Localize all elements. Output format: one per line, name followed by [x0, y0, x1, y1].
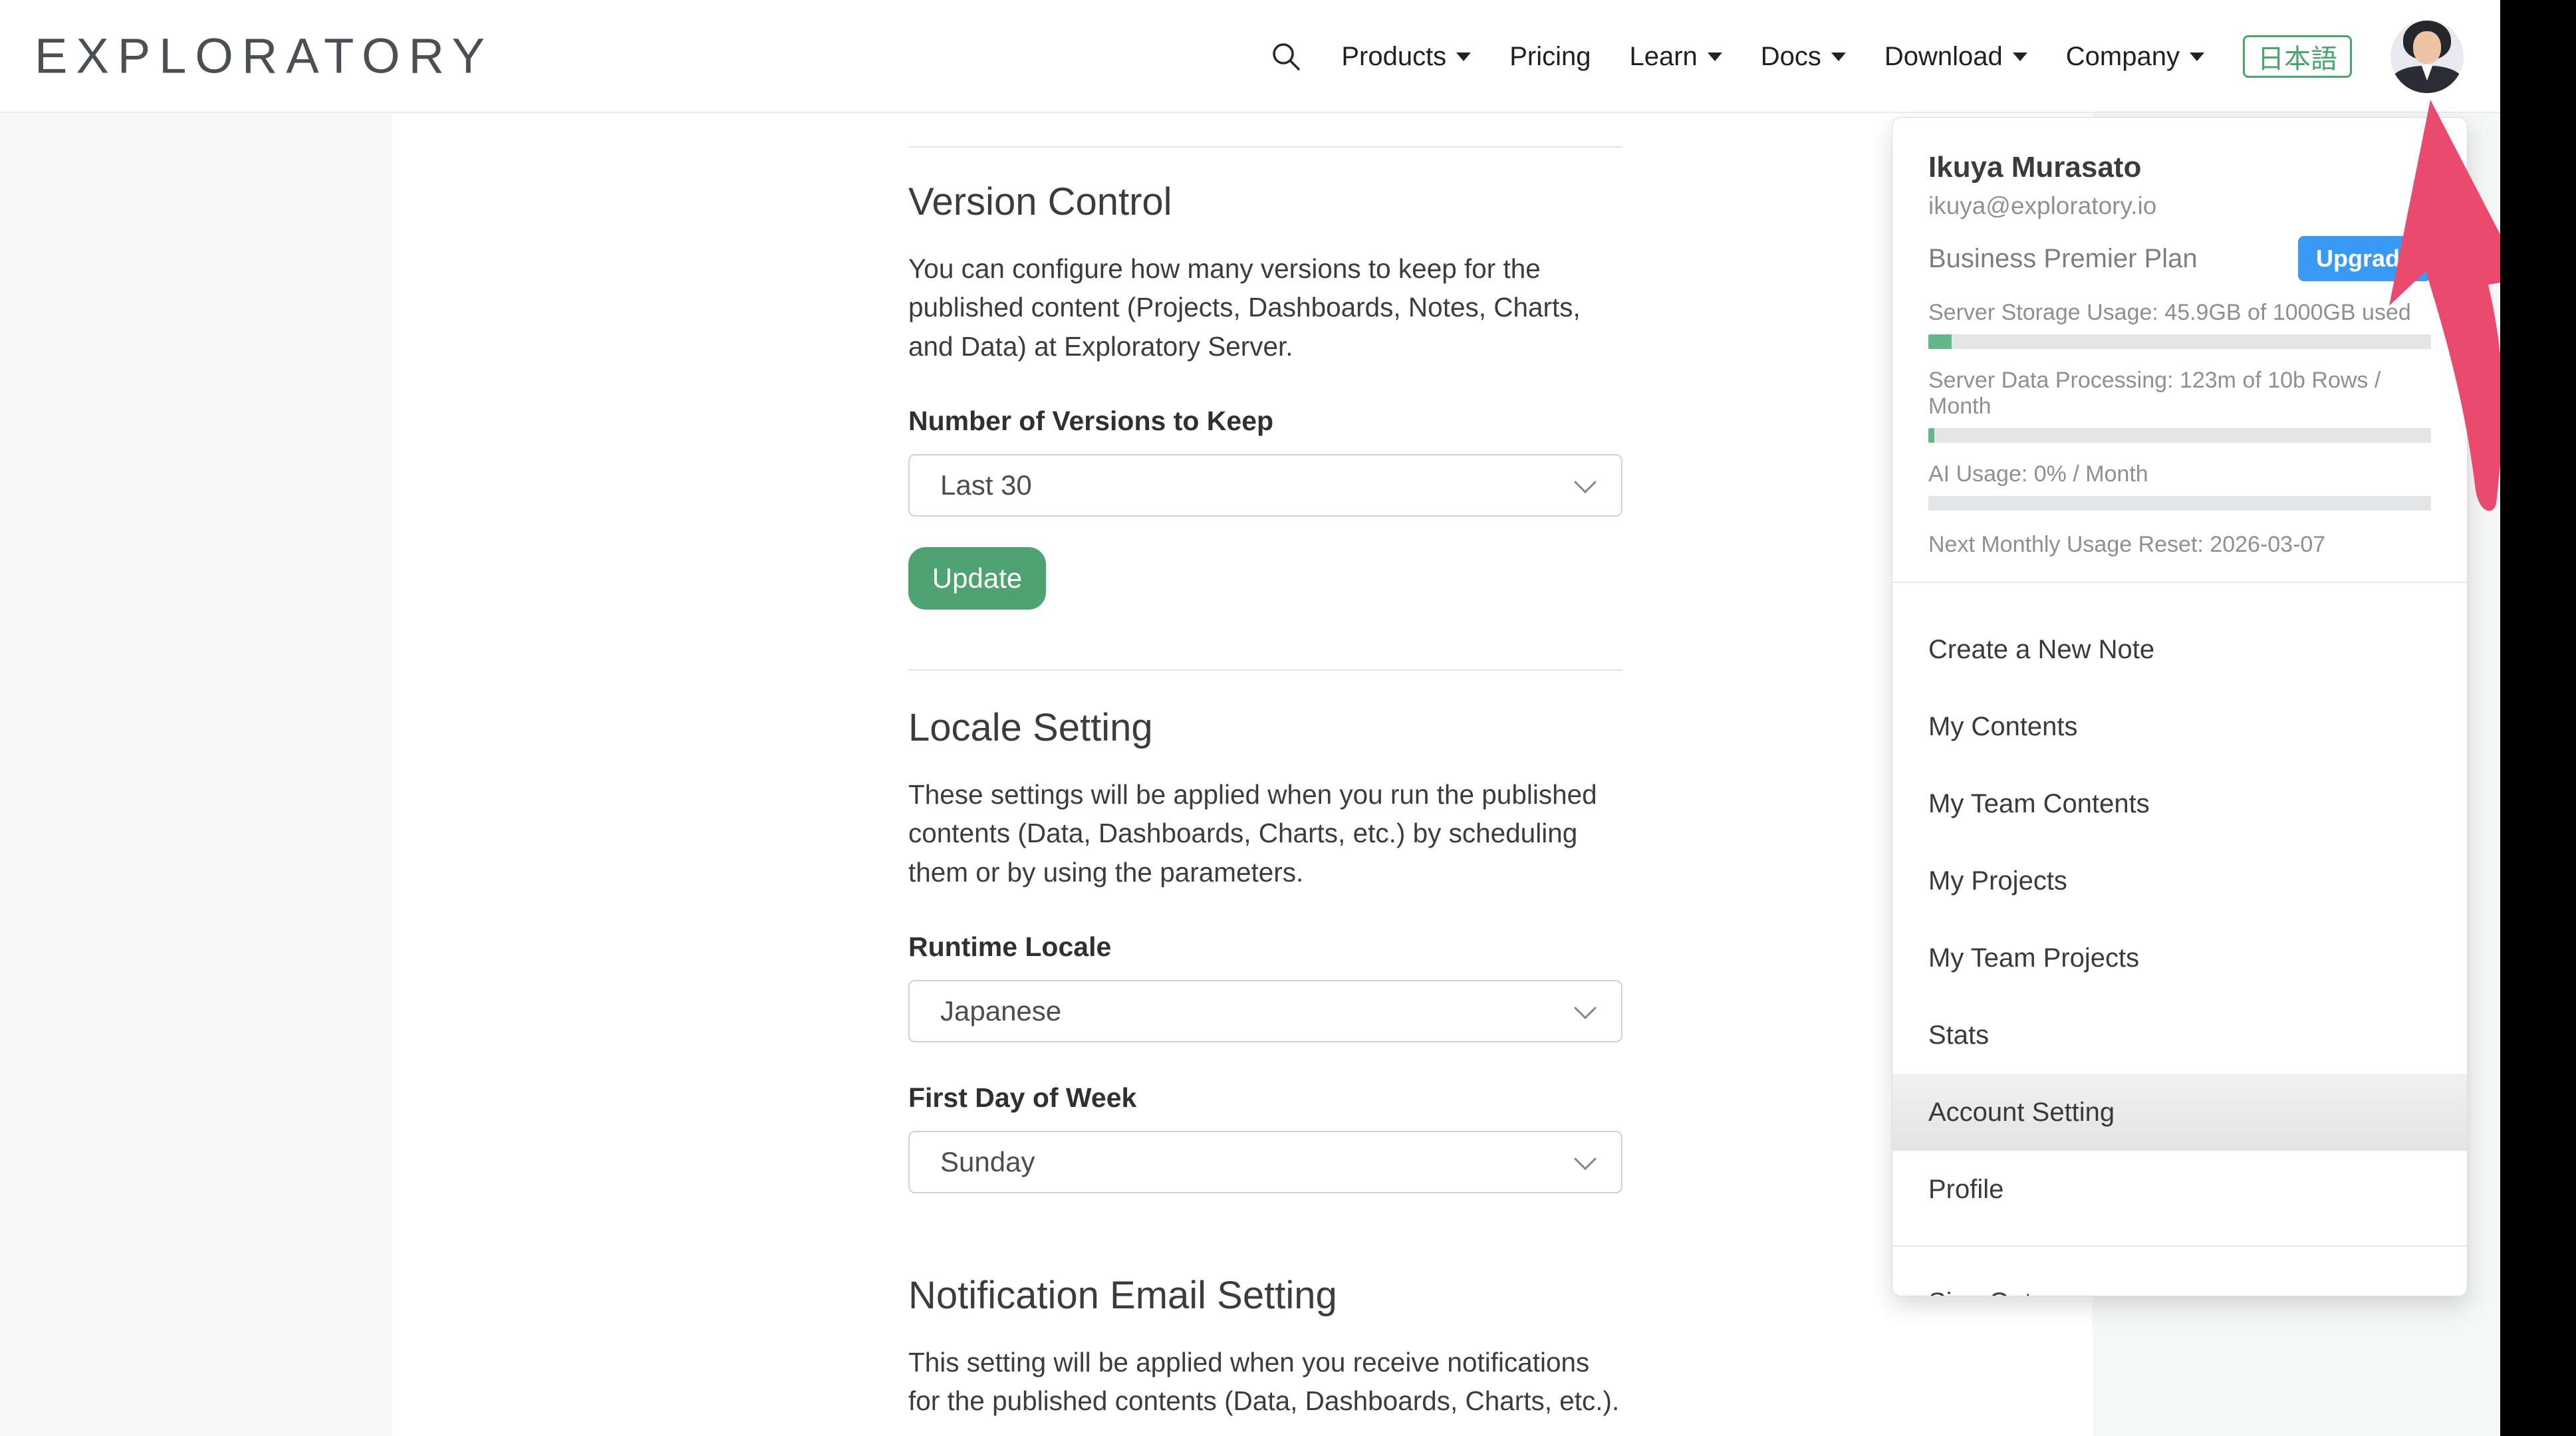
storage-usage-label: Server Storage Usage: 45.9GB of 1000GB u…	[1928, 300, 2431, 326]
runtime-locale-select-wrap: Japanese	[908, 980, 1622, 1042]
nav-item-docs[interactable]: Docs	[1761, 42, 1846, 72]
nav-item-learn[interactable]: Learn	[1629, 42, 1722, 72]
language-toggle-button[interactable]: 日本語	[2243, 35, 2352, 78]
header: EXPLORATORY Products Pricing Learn Docs	[0, 0, 2500, 113]
data-processing-bar-fill	[1928, 428, 1934, 443]
avatar-face	[2413, 31, 2441, 64]
nav-item-pricing[interactable]: Pricing	[1509, 42, 1591, 72]
data-processing-bar	[1928, 428, 2431, 443]
menu-item-my-team-contents[interactable]: My Team Contents	[1892, 765, 2467, 842]
menu-item-my-contents[interactable]: My Contents	[1892, 688, 2467, 765]
storage-usage-bar	[1928, 334, 2431, 349]
storage-usage-bar-fill	[1928, 334, 1952, 349]
menu-item-create-new-note[interactable]: Create a New Note	[1892, 611, 2467, 688]
chevron-down-icon	[1708, 53, 1722, 61]
menu-item-sign-out[interactable]: Sign Out	[1892, 1264, 2467, 1296]
menu-item-profile[interactable]: Profile	[1892, 1151, 2467, 1228]
locale-setting-title: Locale Setting	[908, 705, 1622, 750]
chevron-down-icon	[2013, 53, 2027, 61]
first-day-of-week-select-wrap: Sunday	[908, 1131, 1622, 1193]
chevron-down-icon	[1831, 53, 1846, 61]
first-day-of-week-label: First Day of Week	[908, 1082, 1622, 1114]
versions-to-keep-select-wrap: Last 30	[908, 454, 1622, 517]
user-avatar[interactable]	[2390, 20, 2464, 93]
section-divider	[908, 669, 1622, 671]
plan-row: Business Premier Plan Upgrade	[1928, 236, 2431, 281]
menu-divider	[1892, 582, 2467, 583]
user-menu-list: Create a New Note My Contents My Team Co…	[1892, 611, 2467, 1228]
first-day-of-week-select[interactable]: Sunday	[908, 1131, 1622, 1193]
left-gutter	[0, 113, 392, 1436]
menu-item-stats[interactable]: Stats	[1892, 997, 2467, 1074]
menu-item-my-team-projects[interactable]: My Team Projects	[1892, 919, 2467, 997]
chevron-down-icon	[2190, 53, 2204, 61]
version-control-description: You can configure how many versions to k…	[908, 249, 1622, 366]
brand-logo[interactable]: EXPLORATORY	[35, 28, 493, 84]
page: EXPLORATORY Products Pricing Learn Docs	[0, 0, 2500, 1436]
ai-usage-bar	[1928, 496, 2431, 511]
runtime-locale-label: Runtime Locale	[908, 931, 1622, 963]
versions-to-keep-label: Number of Versions to Keep	[908, 406, 1622, 437]
user-name: Ikuya Murasato	[1928, 151, 2431, 184]
nav-item-download[interactable]: Download	[1884, 42, 2027, 72]
user-dropdown-menu: Ikuya Murasato ikuya@exploratory.io Busi…	[1892, 117, 2468, 1296]
notification-email-title: Notification Email Setting	[908, 1273, 1622, 1318]
search-icon[interactable]	[1269, 40, 1303, 73]
user-email: ikuya@exploratory.io	[1928, 192, 2431, 220]
nav-item-company[interactable]: Company	[2066, 42, 2204, 72]
upgrade-button[interactable]: Upgrade	[2298, 236, 2431, 281]
menu-divider	[1892, 1245, 2467, 1247]
update-button[interactable]: Update	[908, 547, 1046, 610]
menu-item-my-projects[interactable]: My Projects	[1892, 842, 2467, 919]
version-control-title: Version Control	[908, 180, 1622, 224]
locale-setting-description: These settings will be applied when you …	[908, 775, 1622, 892]
data-processing-usage: Server Data Processing: 123m of 10b Rows…	[1928, 368, 2431, 443]
data-processing-label: Server Data Processing: 123m of 10b Rows…	[1928, 368, 2431, 419]
settings-content: Version Control You can configure how ma…	[908, 113, 1622, 1421]
versions-to-keep-select[interactable]: Last 30	[908, 454, 1622, 517]
notification-email-description: This setting will be applied when you re…	[908, 1343, 1622, 1421]
plan-name: Business Premier Plan	[1928, 244, 2198, 274]
ai-usage-label: AI Usage: 0% / Month	[1928, 461, 2431, 487]
nav-item-products[interactable]: Products	[1341, 42, 1471, 72]
ai-usage: AI Usage: 0% / Month	[1928, 461, 2431, 511]
menu-item-account-setting[interactable]: Account Setting	[1892, 1074, 2467, 1151]
chevron-down-icon	[1456, 53, 1471, 61]
usage-reset-date: Next Monthly Usage Reset: 2026-03-07	[1928, 532, 2431, 582]
storage-usage: Server Storage Usage: 45.9GB of 1000GB u…	[1928, 300, 2431, 349]
section-divider	[908, 146, 1622, 148]
runtime-locale-select[interactable]: Japanese	[908, 980, 1622, 1042]
main-nav: Products Pricing Learn Docs Download Com…	[1269, 0, 2464, 113]
user-info-section: Ikuya Murasato ikuya@exploratory.io Busi…	[1892, 118, 2467, 582]
